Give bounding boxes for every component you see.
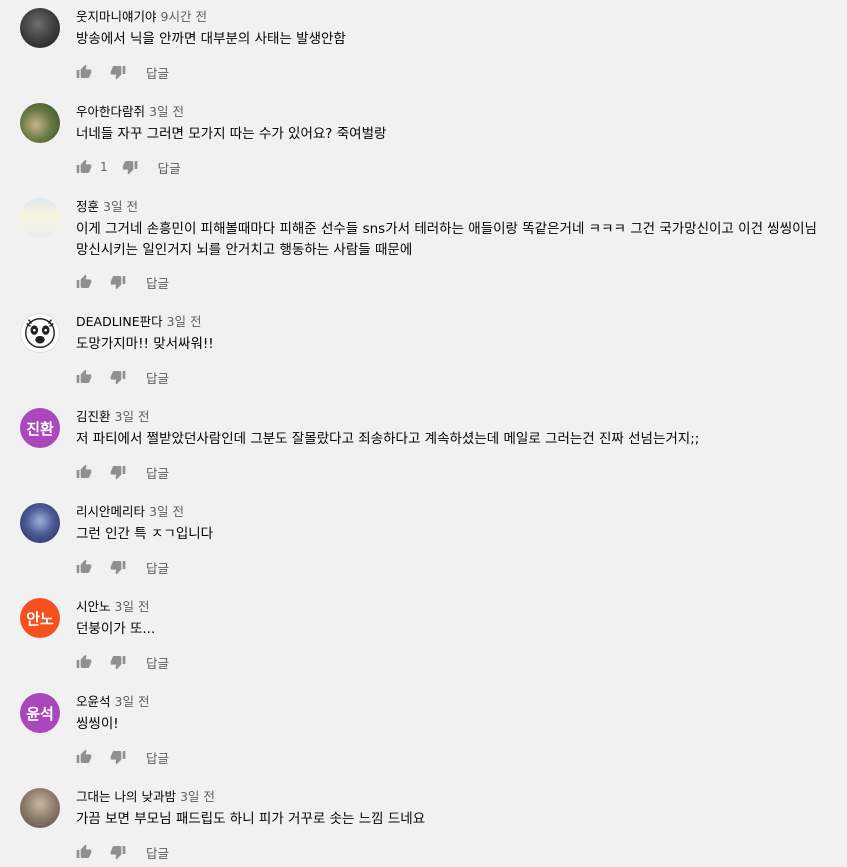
thumbs-up-icon[interactable] xyxy=(76,749,92,765)
comment-author[interactable]: 리시안메리타 xyxy=(76,504,145,519)
comment-time[interactable]: 3일 전 xyxy=(180,789,215,804)
like-count: 1 xyxy=(100,160,108,174)
comment-thread: 리시안메리타 3일 전 그런 인간 특 ㅈㄱ입니다 답글 xyxy=(0,495,847,590)
thumbs-down-icon[interactable] xyxy=(110,749,126,765)
comment-author[interactable]: 김진환 xyxy=(76,409,111,424)
comment-header: 정훈 3일 전 xyxy=(76,198,138,216)
thumbs-down-icon[interactable] xyxy=(110,559,126,575)
reply-button[interactable]: 답글 xyxy=(146,843,169,862)
comment-header: 그대는 나의 낮과밤 3일 전 xyxy=(76,788,215,806)
comment-header: DEADLINE판다 3일 전 xyxy=(76,313,202,331)
thumbs-down-icon[interactable] xyxy=(110,369,126,385)
comment-author[interactable]: DEADLINE판다 xyxy=(76,314,163,329)
comment-header: 김진환 3일 전 xyxy=(76,408,149,426)
comment-text: 이게 그거네 손흥민이 피해볼때마다 피해준 선수들 sns가서 테러하는 애들… xyxy=(76,221,817,258)
comment-author[interactable]: 그대는 나의 낮과밤 xyxy=(76,789,176,804)
comment-actions: 답글 xyxy=(76,62,169,82)
thumbs-down-icon[interactable] xyxy=(110,274,126,290)
thumbs-down-icon[interactable] xyxy=(110,464,126,480)
comment-thread: DEADLINE판다 3일 전 도망가지마!! 맞서싸워!! 답글 xyxy=(0,305,847,400)
thumbs-up-icon[interactable] xyxy=(76,159,92,175)
comment-text: 저 파티에서 쩔받았던사람인데 그분도 잘몰랐다고 죄송하다고 계속하셨는데 메… xyxy=(76,431,700,447)
reply-button[interactable]: 답글 xyxy=(146,558,169,577)
avatar[interactable] xyxy=(20,313,60,353)
avatar[interactable]: 진환 xyxy=(20,408,60,448)
avatar[interactable] xyxy=(20,503,60,543)
thumbs-up-icon[interactable] xyxy=(76,464,92,480)
comment-time[interactable]: 3일 전 xyxy=(103,199,138,214)
comment-author[interactable]: 우아한다람쥐 xyxy=(76,104,145,119)
avatar[interactable] xyxy=(20,198,60,238)
thumbs-up-icon[interactable] xyxy=(76,274,92,290)
thumbs-up-icon[interactable] xyxy=(76,369,92,385)
comment-actions: 답글 xyxy=(76,652,169,672)
comment-actions: 답글 xyxy=(76,747,169,767)
comment-time[interactable]: 3일 전 xyxy=(149,104,184,119)
reply-button[interactable]: 답글 xyxy=(158,158,181,177)
thumbs-up-icon[interactable] xyxy=(76,844,92,860)
reply-button[interactable]: 답글 xyxy=(146,63,169,82)
comment-thread: 우아한다람쥐 3일 전 너네들 자꾸 그러면 모가지 따는 수가 있어요? 죽여벌… xyxy=(0,95,847,190)
comment-time[interactable]: 3일 전 xyxy=(115,409,150,424)
comment-author[interactable]: 오윤석 xyxy=(76,694,111,709)
comment-thread: 윤석 오윤석 3일 전 씽씽이! 답글 xyxy=(0,685,847,780)
reply-button[interactable]: 답글 xyxy=(146,748,169,767)
reply-button[interactable]: 답글 xyxy=(146,653,169,672)
comment-text: 가끔 보면 부모님 패드립도 하니 피가 거꾸로 솟는 느낌 드네요 xyxy=(76,811,426,827)
thumbs-down-icon[interactable] xyxy=(110,64,126,80)
comment-thread: 그대는 나의 낮과밤 3일 전 가끔 보면 부모님 패드립도 하니 피가 거꾸로 … xyxy=(0,780,847,867)
avatar[interactable] xyxy=(20,8,60,48)
comment-author[interactable]: 시안노 xyxy=(76,599,111,614)
comment-time[interactable]: 3일 전 xyxy=(115,599,150,614)
avatar[interactable] xyxy=(20,103,60,143)
comment-text: 씽씽이! xyxy=(76,716,119,732)
comment-time[interactable]: 3일 전 xyxy=(167,314,202,329)
comment-thread: 웃지마니얘기야 9시간 전 방송에서 닉을 안까면 대부분의 사태는 발생안함 답… xyxy=(0,0,847,95)
reply-button[interactable]: 답글 xyxy=(146,368,169,387)
reply-button[interactable]: 답글 xyxy=(146,273,169,292)
thumbs-up-icon[interactable] xyxy=(76,559,92,575)
thumbs-up-icon[interactable] xyxy=(76,64,92,80)
comment-header: 시안노 3일 전 xyxy=(76,598,149,616)
comment-header: 리시안메리타 3일 전 xyxy=(76,503,184,521)
thumbs-down-icon[interactable] xyxy=(110,654,126,670)
comment-time[interactable]: 9시간 전 xyxy=(161,9,207,24)
comment-actions: 답글 xyxy=(76,842,169,862)
comment-thread: 안노 시안노 3일 전 던붕이가 또... 답글 xyxy=(0,590,847,685)
comment-header: 우아한다람쥐 3일 전 xyxy=(76,103,184,121)
panda-face-icon xyxy=(25,318,55,348)
comment-author[interactable]: 웃지마니얘기야 xyxy=(76,9,157,24)
comment-actions: 답글 xyxy=(76,272,169,292)
comment-time[interactable]: 3일 전 xyxy=(115,694,150,709)
comment-thread: 진환 김진환 3일 전 저 파티에서 쩔받았던사람인데 그분도 잘몰랐다고 죄송하… xyxy=(0,400,847,495)
thumbs-down-icon[interactable] xyxy=(110,844,126,860)
comment-text: 방송에서 닉을 안까면 대부분의 사태는 발생안함 xyxy=(76,31,346,47)
comment-author[interactable]: 정훈 xyxy=(76,199,99,214)
comment-thread: 정훈 3일 전 이게 그거네 손흥민이 피해볼때마다 피해준 선수들 sns가서 … xyxy=(0,190,847,305)
comment-actions: 답글 xyxy=(76,462,169,482)
comment-text: 그런 인간 특 ㅈㄱ입니다 xyxy=(76,526,214,542)
comment-actions: 답글 xyxy=(76,557,169,577)
comment-text: 너네들 자꾸 그러면 모가지 따는 수가 있어요? 죽여벌랑 xyxy=(76,126,387,142)
thumbs-down-icon[interactable] xyxy=(122,159,138,175)
comment-header: 웃지마니얘기야 9시간 전 xyxy=(76,8,207,26)
thumbs-up-icon[interactable] xyxy=(76,654,92,670)
comment-actions: 1 답글 xyxy=(76,157,181,177)
comment-actions: 답글 xyxy=(76,367,169,387)
reply-button[interactable]: 답글 xyxy=(146,463,169,482)
comment-text: 도망가지마!! 맞서싸워!! xyxy=(76,336,214,352)
comment-text: 던붕이가 또... xyxy=(76,621,156,637)
comment-header: 오윤석 3일 전 xyxy=(76,693,149,711)
avatar[interactable]: 안노 xyxy=(20,598,60,638)
comment-time[interactable]: 3일 전 xyxy=(149,504,184,519)
avatar[interactable] xyxy=(20,788,60,828)
avatar[interactable]: 윤석 xyxy=(20,693,60,733)
